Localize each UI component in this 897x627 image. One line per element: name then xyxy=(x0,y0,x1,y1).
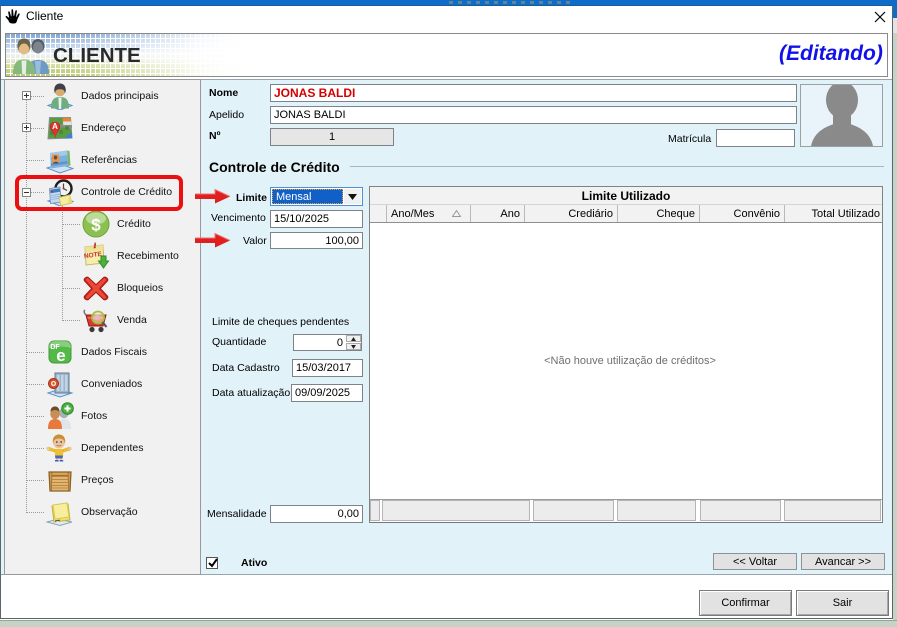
svg-text:$: $ xyxy=(91,216,101,235)
svg-text:A: A xyxy=(52,122,58,131)
svg-text:e: e xyxy=(56,346,65,365)
